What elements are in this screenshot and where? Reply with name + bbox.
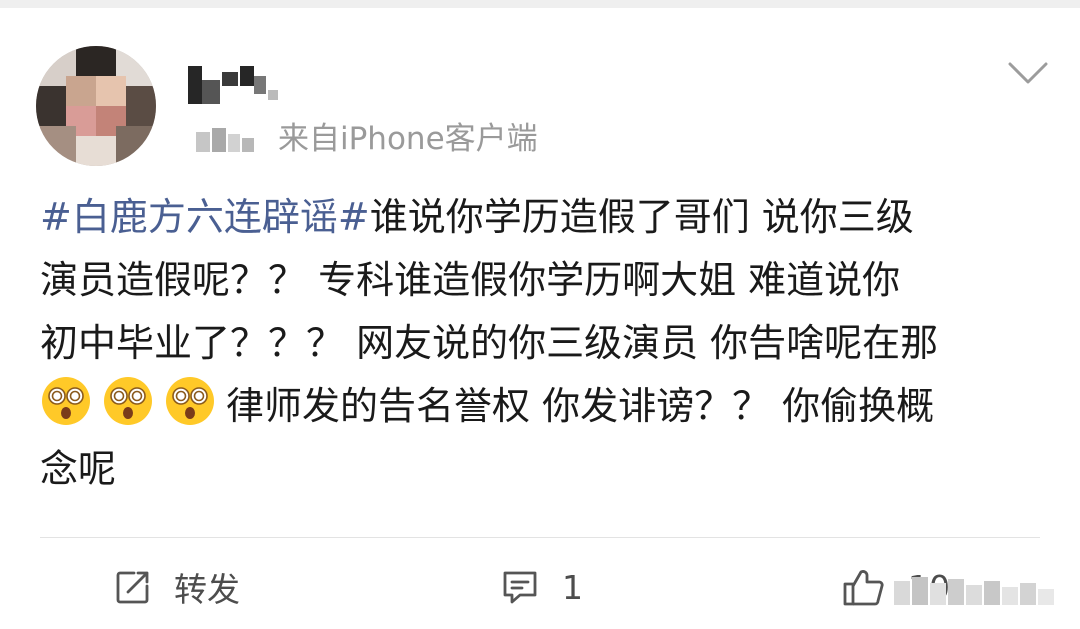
more-options-chevron-icon[interactable] — [1006, 58, 1050, 88]
repost-button[interactable]: 转发 — [114, 563, 240, 611]
post-text: 律师发的告名誉权 你发诽谤？？ 你偷换概 — [226, 384, 935, 428]
username-redacted[interactable] — [188, 66, 280, 106]
post-source: 来自iPhone客户端 — [278, 121, 538, 157]
hashtag-link[interactable]: #白鹿方六连辟谣# — [40, 195, 370, 239]
comment-icon — [503, 571, 537, 604]
timestamp-redacted — [196, 124, 256, 156]
dizzy-face-emoji-icon — [164, 375, 216, 427]
comment-count: 1 — [562, 567, 583, 607]
thumbs-up-icon — [843, 570, 884, 606]
repost-icon — [116, 571, 149, 604]
comment-button[interactable]: 1 — [500, 563, 583, 611]
repost-label: 转发 — [174, 570, 240, 609]
top-separator — [0, 0, 1080, 8]
post-text: 初中毕业了？？？ 网友说的你三级演员 你告啥呢在那 — [40, 321, 939, 365]
post-text: 谁说你学历造假了哥们 说你三级 — [369, 195, 914, 239]
post-text: 演员造假呢？？ 专科谁造假你学历啊大姐 难道说你 — [40, 258, 901, 302]
dizzy-face-emoji-icon — [40, 375, 92, 427]
action-bar-divider — [40, 537, 1040, 538]
watermark-redacted — [894, 575, 1064, 609]
avatar[interactable] — [36, 46, 156, 166]
post-text: 念呢 — [40, 447, 117, 491]
dizzy-face-emoji-icon — [102, 375, 154, 427]
post-body: #白鹿方六连辟谣#谁说你学历造假了哥们 说你三级 演员造假呢？？ 专科谁造假你学… — [40, 186, 1050, 501]
